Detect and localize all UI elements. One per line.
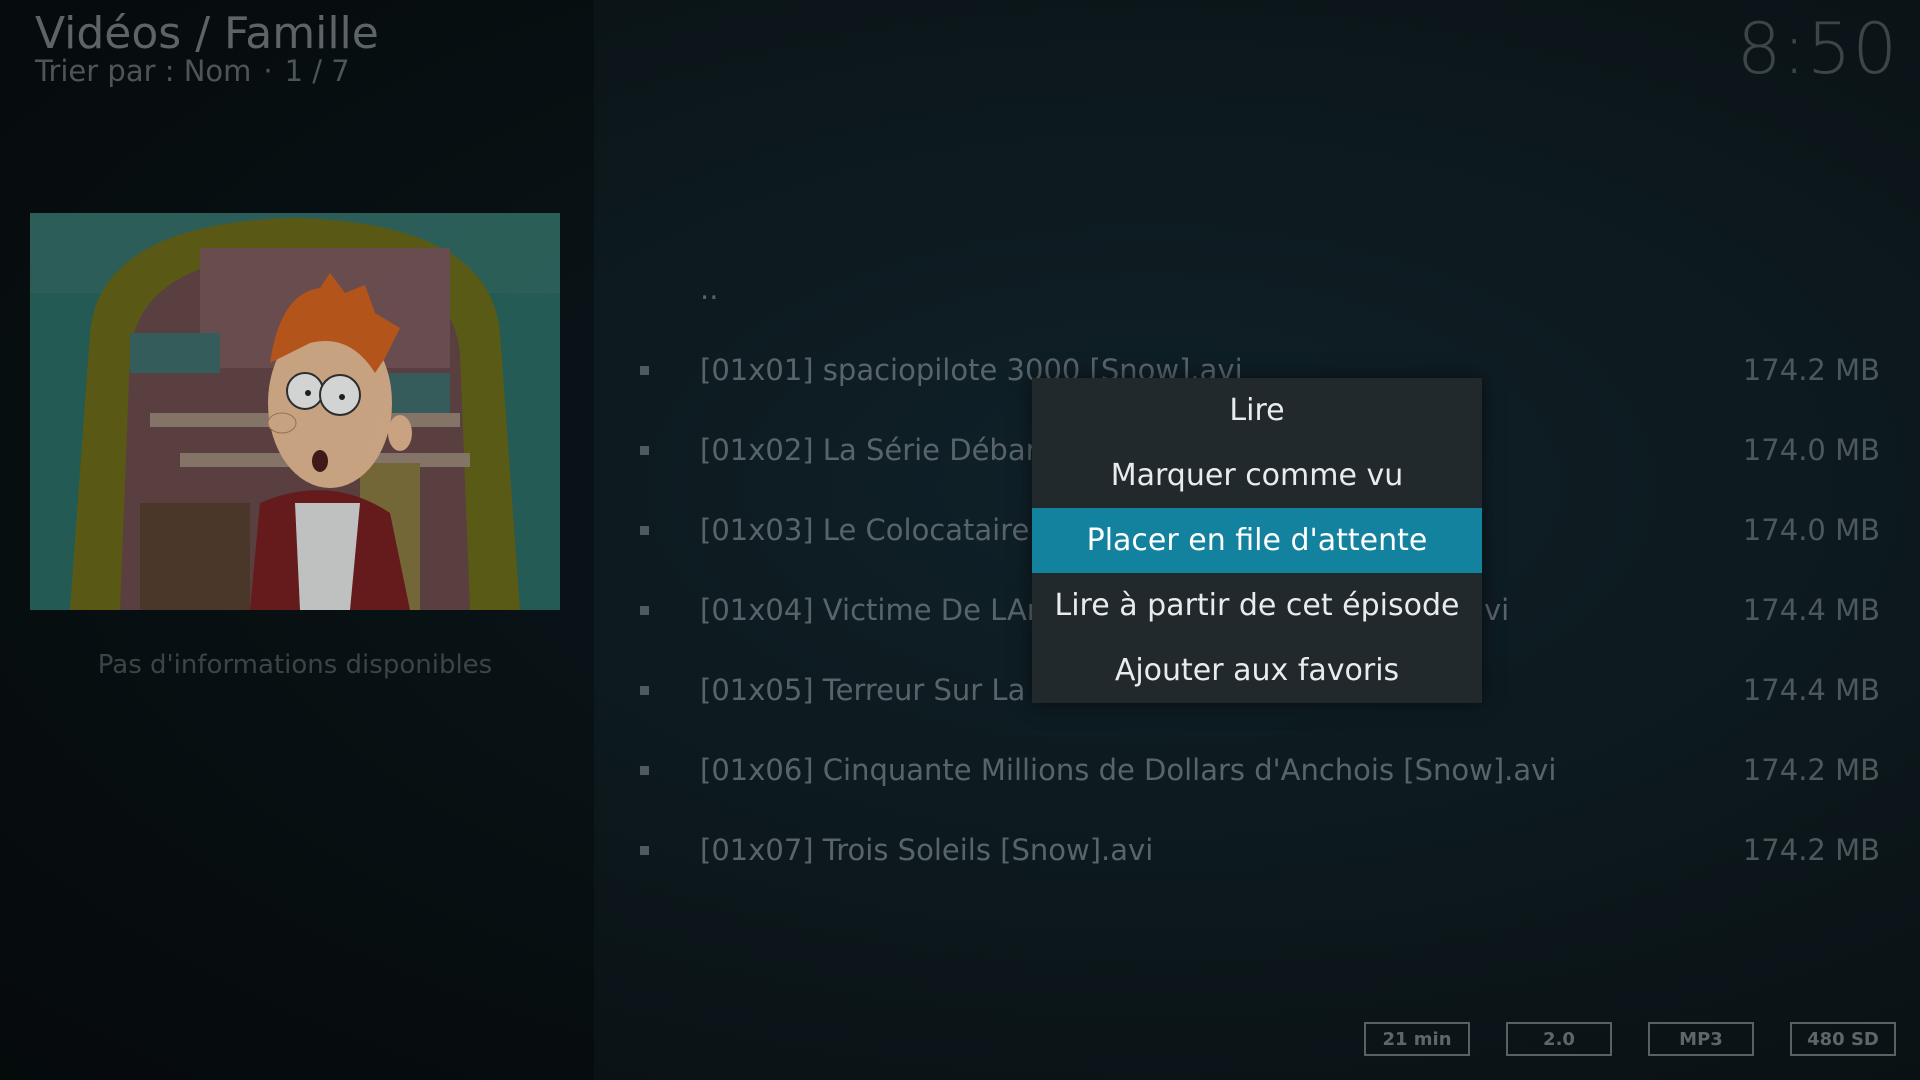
audio-channels-badge: 2.0 [1506, 1022, 1612, 1056]
file-name: [01x02] La Série Débarqu [700, 433, 1074, 467]
duration-badge: 21 min [1364, 1022, 1470, 1056]
list-item[interactable]: [01x07] Trois Soleils [Snow].avi 174.2 M… [630, 810, 1880, 890]
file-size: 174.0 MB [1742, 513, 1880, 547]
media-library-screen: Vidéos / Famille Trier par : Nom · 1 / 7 8… [0, 0, 1920, 1080]
file-size: 174.2 MB [1742, 353, 1880, 387]
file-name: [01x03] Le Colocataire [Sn [700, 513, 1087, 547]
no-info-message: Pas d'informations disponibles [97, 650, 493, 680]
bullet-icon [640, 526, 649, 535]
bullet-icon [640, 446, 649, 455]
bullet-icon [640, 606, 649, 615]
file-size: 174.0 MB [1742, 433, 1880, 467]
bullet-icon [640, 366, 649, 375]
episode-thumbnail [30, 213, 560, 610]
file-name: [01x07] Trois Soleils [Snow].avi [700, 833, 1154, 867]
thumbnail-image [30, 213, 560, 610]
context-menu: Lire Marquer comme vu Placer en file d'a… [1032, 378, 1482, 703]
media-info-badges: 21 min 2.0 MP3 480 SD [1364, 1022, 1896, 1056]
menu-item-mark-watched[interactable]: Marquer comme vu [1032, 443, 1482, 508]
bullet-icon [640, 846, 649, 855]
sort-info: Trier par : Nom · 1 / 7 [35, 54, 350, 88]
menu-item-queue[interactable]: Placer en file d'attente [1032, 508, 1482, 573]
parent-folder-label: .. [700, 272, 719, 306]
sort-label[interactable]: Trier par : Nom [35, 54, 251, 88]
list-item[interactable]: [01x06] Cinquante Millions de Dollars d'… [630, 730, 1880, 810]
separator: · [263, 54, 273, 88]
file-size: 174.2 MB [1742, 753, 1880, 787]
clock: 8:50 [1736, 8, 1898, 90]
file-size: 174.4 MB [1742, 593, 1880, 627]
resolution-badge: 480 SD [1790, 1022, 1896, 1056]
parent-folder-item[interactable]: .. [630, 250, 1880, 330]
file-name-tail: vi [1484, 593, 1510, 627]
page-title: Vidéos / Famille [35, 8, 379, 59]
bullet-icon [640, 766, 649, 775]
file-name: [01x04] Victime De LAmo [700, 593, 1073, 627]
file-size: 174.4 MB [1742, 673, 1880, 707]
file-name: [01x05] Terreur Sur La Pla [700, 673, 1078, 707]
bullet-icon [640, 686, 649, 695]
menu-item-add-favorites[interactable]: Ajouter aux favoris [1032, 638, 1482, 703]
file-name: [01x06] Cinquante Millions de Dollars d'… [700, 753, 1557, 787]
menu-item-play-from-here[interactable]: Lire à partir de cet épisode [1032, 573, 1482, 638]
file-size: 174.2 MB [1742, 833, 1880, 867]
menu-item-play[interactable]: Lire [1032, 378, 1482, 443]
item-position: 1 / 7 [284, 54, 350, 88]
audio-codec-badge: MP3 [1648, 1022, 1754, 1056]
